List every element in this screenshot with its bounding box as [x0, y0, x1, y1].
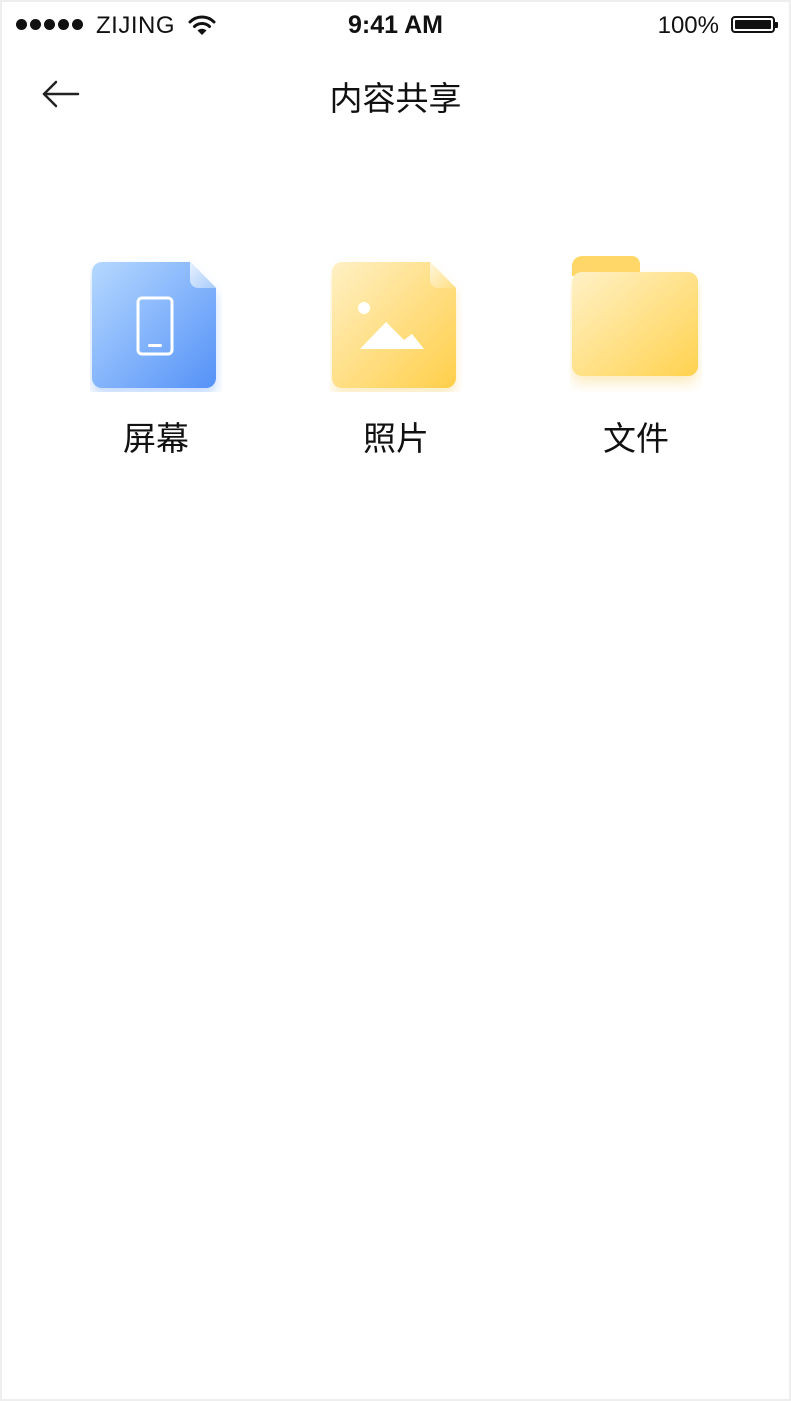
screen: ZIJING 9:41 AM 100% 内容共享 屏幕 照片 文件	[0, 0, 791, 1401]
photo-file-icon	[332, 262, 456, 388]
share-screen-label: 屏幕	[123, 419, 189, 458]
battery-percentage: 100%	[657, 12, 719, 39]
share-screen-option[interactable]: 屏幕	[66, 252, 246, 462]
share-file-option[interactable]: 文件	[546, 252, 726, 462]
share-options: 屏幕 照片 文件	[2, 252, 789, 472]
page-title: 内容共享	[329, 79, 462, 118]
navigation-bar: 内容共享	[2, 62, 789, 126]
folder-icon	[572, 256, 698, 376]
share-photo-label: 照片	[363, 419, 429, 458]
share-file-label: 文件	[603, 419, 669, 458]
status-bar: ZIJING 9:41 AM 100%	[2, 2, 789, 52]
battery-icon	[731, 16, 778, 33]
screen-file-icon	[92, 262, 216, 388]
share-photo-option[interactable]: 照片	[306, 252, 486, 462]
